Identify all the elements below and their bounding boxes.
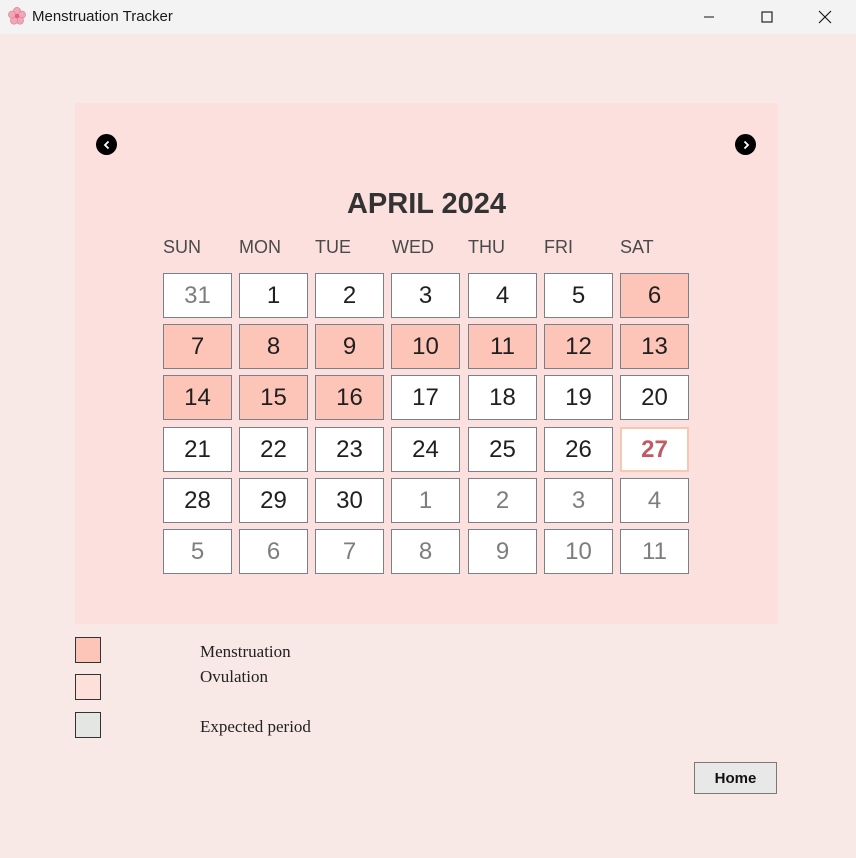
day-cell[interactable]: 12 [544,324,613,369]
legend-swatch-ovulation [75,674,101,700]
day-cell[interactable]: 10 [391,324,460,369]
close-icon [818,10,832,24]
day-cell[interactable]: 2 [468,478,537,523]
day-cell[interactable]: 18 [468,375,537,420]
weekday-thu: THU [468,237,505,257]
weekday-tue: TUE [315,237,351,257]
day-cell[interactable]: 7 [163,324,232,369]
day-cell[interactable]: 21 [163,427,232,472]
day-cell[interactable]: 28 [163,478,232,523]
day-cell[interactable]: 16 [315,375,384,420]
day-cell[interactable]: 19 [544,375,613,420]
day-cell[interactable]: 10 [544,529,613,574]
day-cell[interactable]: 30 [315,478,384,523]
legend-label-expected-period: Expected period [200,717,311,736]
chevron-left-icon [103,140,109,149]
home-button[interactable]: Home [694,762,777,794]
day-cell[interactable]: 4 [620,478,689,523]
day-cell[interactable]: 4 [468,273,537,318]
minimize-button[interactable] [680,0,738,34]
cherry-blossom-icon [8,7,26,25]
day-cell[interactable]: 7 [315,529,384,574]
day-cell[interactable]: 22 [239,427,308,472]
legend-label-ovulation: Ovulation [200,667,268,686]
minimize-icon [704,16,714,18]
weekday-sun: SUN [163,237,202,257]
day-cell[interactable]: 14 [163,375,232,420]
day-cell[interactable]: 11 [620,529,689,574]
day-cell[interactable]: 9 [468,529,537,574]
day-cell[interactable]: 6 [239,529,308,574]
day-cell[interactable]: 6 [620,273,689,318]
month-title: APRIL 2024 [346,188,507,220]
day-cell[interactable]: 15 [239,375,308,420]
day-cell-today[interactable]: 27 [620,427,689,472]
day-cell[interactable]: 9 [315,324,384,369]
day-cell[interactable]: 8 [239,324,308,369]
day-cell[interactable]: 1 [239,273,308,318]
legend-label-menstruation: Menstruation [200,642,291,661]
day-cell[interactable]: 2 [315,273,384,318]
day-cell[interactable]: 24 [391,427,460,472]
weekday-wed: WED [392,237,434,257]
day-cell[interactable]: 3 [544,478,613,523]
legend-swatch-expected-period [75,712,101,738]
day-cell[interactable]: 5 [544,273,613,318]
day-cell[interactable]: 11 [468,324,537,369]
day-cell[interactable]: 31 [163,273,232,318]
day-cell[interactable]: 20 [620,375,689,420]
day-cell[interactable]: 1 [391,478,460,523]
next-month-button[interactable] [735,134,756,155]
maximize-icon [761,11,773,23]
weekday-sat: SAT [620,237,654,257]
day-cell[interactable]: 13 [620,324,689,369]
day-cell[interactable]: 3 [391,273,460,318]
day-cell[interactable]: 8 [391,529,460,574]
calendar-panel: APRIL 2024 SUN MON TUE WED THU FRI SAT 31 1 2 3 4 5… [75,103,778,624]
legend-swatch-menstruation [75,637,101,663]
weekday-mon: MON [239,237,281,257]
close-button[interactable] [796,0,854,34]
day-cell[interactable]: 25 [468,427,537,472]
prev-month-button[interactable] [96,134,117,155]
title-bar: Menstruation Tracker [0,0,856,34]
day-cell[interactable]: 23 [315,427,384,472]
day-cell[interactable]: 26 [544,427,613,472]
day-cell[interactable]: 29 [239,478,308,523]
weekday-fri: FRI [544,237,573,257]
maximize-button[interactable] [738,0,796,34]
day-cell[interactable]: 17 [391,375,460,420]
chevron-right-icon [743,140,749,149]
day-cell[interactable]: 5 [163,529,232,574]
window-title: Menstruation Tracker [32,8,173,25]
